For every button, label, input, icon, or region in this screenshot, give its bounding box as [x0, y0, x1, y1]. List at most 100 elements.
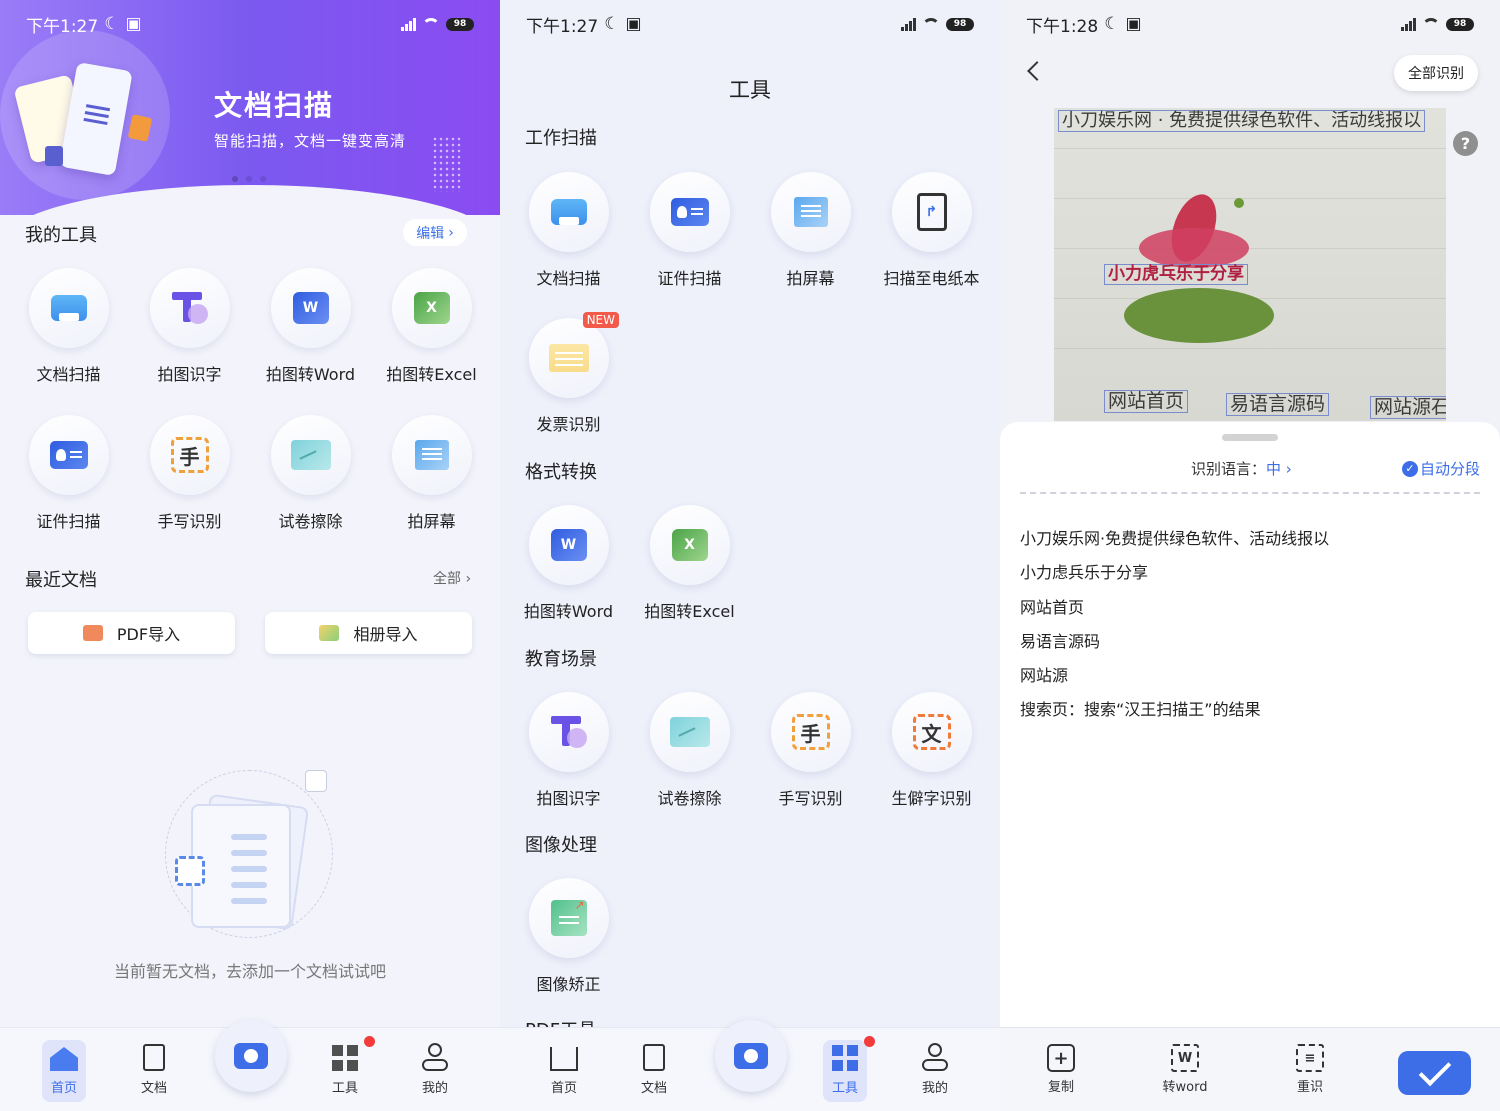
- tool-image-correct[interactable]: ↗ 图像矫正: [508, 878, 629, 995]
- tool-to-word[interactable]: W 拍图转Word: [508, 505, 629, 622]
- language-selector[interactable]: 识别语言：中 ›: [1191, 458, 1292, 479]
- tool-handwriting[interactable]: 手 手写识别: [129, 415, 250, 532]
- ocr-box[interactable]: 小刀娱乐网 · 免费提供绿色软件、活动线报以: [1058, 110, 1426, 132]
- ocr-result-text[interactable]: 小刀娱乐网·免费提供绿色软件、活动线报以 小力虑兵乐于分享 网站首页 易语言源码…: [1020, 522, 1329, 728]
- signal-icon: [401, 17, 416, 31]
- screen-icon: [793, 197, 828, 227]
- tool-icon-wrap: [149, 268, 230, 348]
- tab-label: 首页: [50, 1081, 77, 1096]
- tool-id-scan[interactable]: 证件扫描: [629, 172, 750, 289]
- paint-splash-logo: [1114, 188, 1274, 343]
- album-icon: [319, 625, 340, 641]
- ocr-box[interactable]: 网站首页: [1104, 390, 1189, 413]
- copy-label: 复制: [1047, 1080, 1074, 1095]
- bottom-tab-bar: 首页 文档 工具 我的: [0, 1020, 500, 1111]
- back-arrow-icon[interactable]: [1027, 61, 1047, 81]
- tab-home[interactable]: 首页: [42, 1040, 86, 1102]
- tab-docs[interactable]: 文档: [632, 1040, 676, 1102]
- nfc-icon: ▣: [625, 14, 642, 34]
- tool-label: 手写识别: [778, 789, 843, 808]
- tool-screen-shot[interactable]: 拍屏幕: [371, 415, 492, 532]
- banner-dot-pattern: [432, 136, 462, 192]
- handwriting-icon: 手: [791, 714, 830, 750]
- recognize-all-button[interactable]: 全部识别: [1394, 55, 1478, 91]
- rescan-icon: ≡: [1296, 1044, 1324, 1072]
- tool-doc-scan[interactable]: 文档扫描: [8, 268, 129, 385]
- camera-button[interactable]: [715, 1020, 787, 1092]
- tool-icon-wrap: 手: [770, 692, 851, 772]
- to-word-label: 转word: [1162, 1080, 1208, 1095]
- tool-icon-wrap: 手: [149, 415, 230, 495]
- tool-icon-wrap: [770, 172, 851, 252]
- tool-doc-scan[interactable]: 文档扫描: [508, 172, 629, 289]
- tab-tools[interactable]: 工具: [823, 1040, 867, 1102]
- status-time: 下午1:27: [526, 16, 599, 37]
- tool-label: 拍图转Word: [265, 365, 356, 384]
- tool-to-excel[interactable]: X 拍图转Excel: [629, 505, 750, 622]
- new-badge: NEW: [582, 312, 619, 328]
- tool-to-word[interactable]: W 拍图转Word: [250, 268, 371, 385]
- tab-home[interactable]: 首页: [542, 1040, 586, 1102]
- all-label: 全部: [433, 571, 461, 587]
- status-time: 下午1:28: [1026, 16, 1099, 37]
- tab-tools[interactable]: 工具: [323, 1040, 367, 1102]
- pdf-import-label: PDF导入: [116, 625, 181, 644]
- tool-label: 拍图转Excel: [386, 365, 477, 384]
- tool-icon-wrap: W: [270, 268, 351, 348]
- tool-label: 证件扫描: [36, 512, 101, 531]
- ocr-box[interactable]: 易语言源码: [1226, 393, 1330, 416]
- tab-mine[interactable]: 我的: [413, 1040, 457, 1102]
- section-title: 格式转换: [525, 462, 597, 483]
- id-card-icon: [49, 441, 88, 469]
- reread-button[interactable]: ≡ 重识: [1280, 1044, 1340, 1095]
- result-line: 搜索页：搜索“汉王扫描王”的结果: [1020, 700, 1261, 720]
- tool-invoice[interactable]: NEW 发票识别: [508, 312, 629, 435]
- text-recognition-icon: [550, 716, 587, 748]
- home-icon: [550, 1047, 578, 1071]
- camera-button[interactable]: [215, 1020, 287, 1092]
- tool-rare-char[interactable]: 文 生僻字识别: [871, 692, 992, 809]
- tool-id-scan[interactable]: 证件扫描: [8, 415, 129, 532]
- tool-to-excel[interactable]: X 拍图转Excel: [371, 268, 492, 385]
- edit-button[interactable]: 编辑 ›: [403, 219, 467, 246]
- auto-segment-toggle[interactable]: ✓ 自动分段: [1401, 458, 1480, 479]
- divider: [1020, 492, 1480, 494]
- tool-text-recognition[interactable]: 拍图识字: [129, 268, 250, 385]
- action-bar: + 复制 W 转word ≡ 重识: [1000, 1027, 1500, 1111]
- all-docs-link[interactable]: 全部 ›: [433, 568, 471, 588]
- battery-icon: 98: [446, 17, 474, 31]
- excel-icon: X: [413, 292, 450, 324]
- e-paper-icon: ↱: [916, 193, 947, 231]
- tool-handwriting[interactable]: 手 手写识别: [750, 692, 871, 809]
- tab-mine[interactable]: 我的: [913, 1040, 957, 1102]
- scanned-photo: 小刀娱乐网 · 免费提供绿色软件、活动线报以 小力虎乓乐于分享 网站首页 易语言…: [1054, 108, 1446, 421]
- result-line: 网站源: [1020, 666, 1069, 686]
- screen-icon: [414, 440, 449, 470]
- album-import-button[interactable]: 相册导入: [265, 612, 472, 654]
- tool-exam-erase[interactable]: 试卷擦除: [629, 692, 750, 809]
- tab-docs[interactable]: 文档: [132, 1040, 176, 1102]
- ocr-box[interactable]: 网站源石: [1370, 396, 1446, 419]
- ocr-box[interactable]: 小力虎乓乐于分享: [1104, 264, 1248, 285]
- result-line: 网站首页: [1020, 597, 1085, 617]
- help-icon[interactable]: ?: [1453, 131, 1478, 156]
- banner-pagination: [232, 176, 266, 182]
- drag-handle[interactable]: [1222, 434, 1278, 441]
- tool-exam-erase[interactable]: 试卷擦除: [250, 415, 371, 532]
- tool-text-recognition[interactable]: 拍图识字: [508, 692, 629, 809]
- tool-scan-to-epaper[interactable]: ↱ 扫描至电纸本: [871, 172, 992, 289]
- tool-label: 拍图转Word: [523, 602, 614, 621]
- chevron-right-icon: ›: [1281, 460, 1292, 478]
- battery-icon: 98: [946, 17, 974, 31]
- copy-button[interactable]: + 复制: [1031, 1044, 1091, 1095]
- word-icon: W: [550, 529, 587, 561]
- confirm-button[interactable]: [1398, 1051, 1471, 1095]
- word-icon: W: [292, 292, 329, 324]
- word-icon: [45, 146, 63, 166]
- tool-screen-shot[interactable]: 拍屏幕: [750, 172, 871, 289]
- pdf-import-button[interactable]: PDF导入: [28, 612, 235, 654]
- empty-state-text: 当前暂无文档，去添加一个文档试试吧: [113, 962, 386, 981]
- to-word-button[interactable]: W 转word: [1155, 1044, 1215, 1095]
- tool-label: 试卷擦除: [278, 512, 343, 531]
- tool-label: 拍屏幕: [786, 269, 835, 288]
